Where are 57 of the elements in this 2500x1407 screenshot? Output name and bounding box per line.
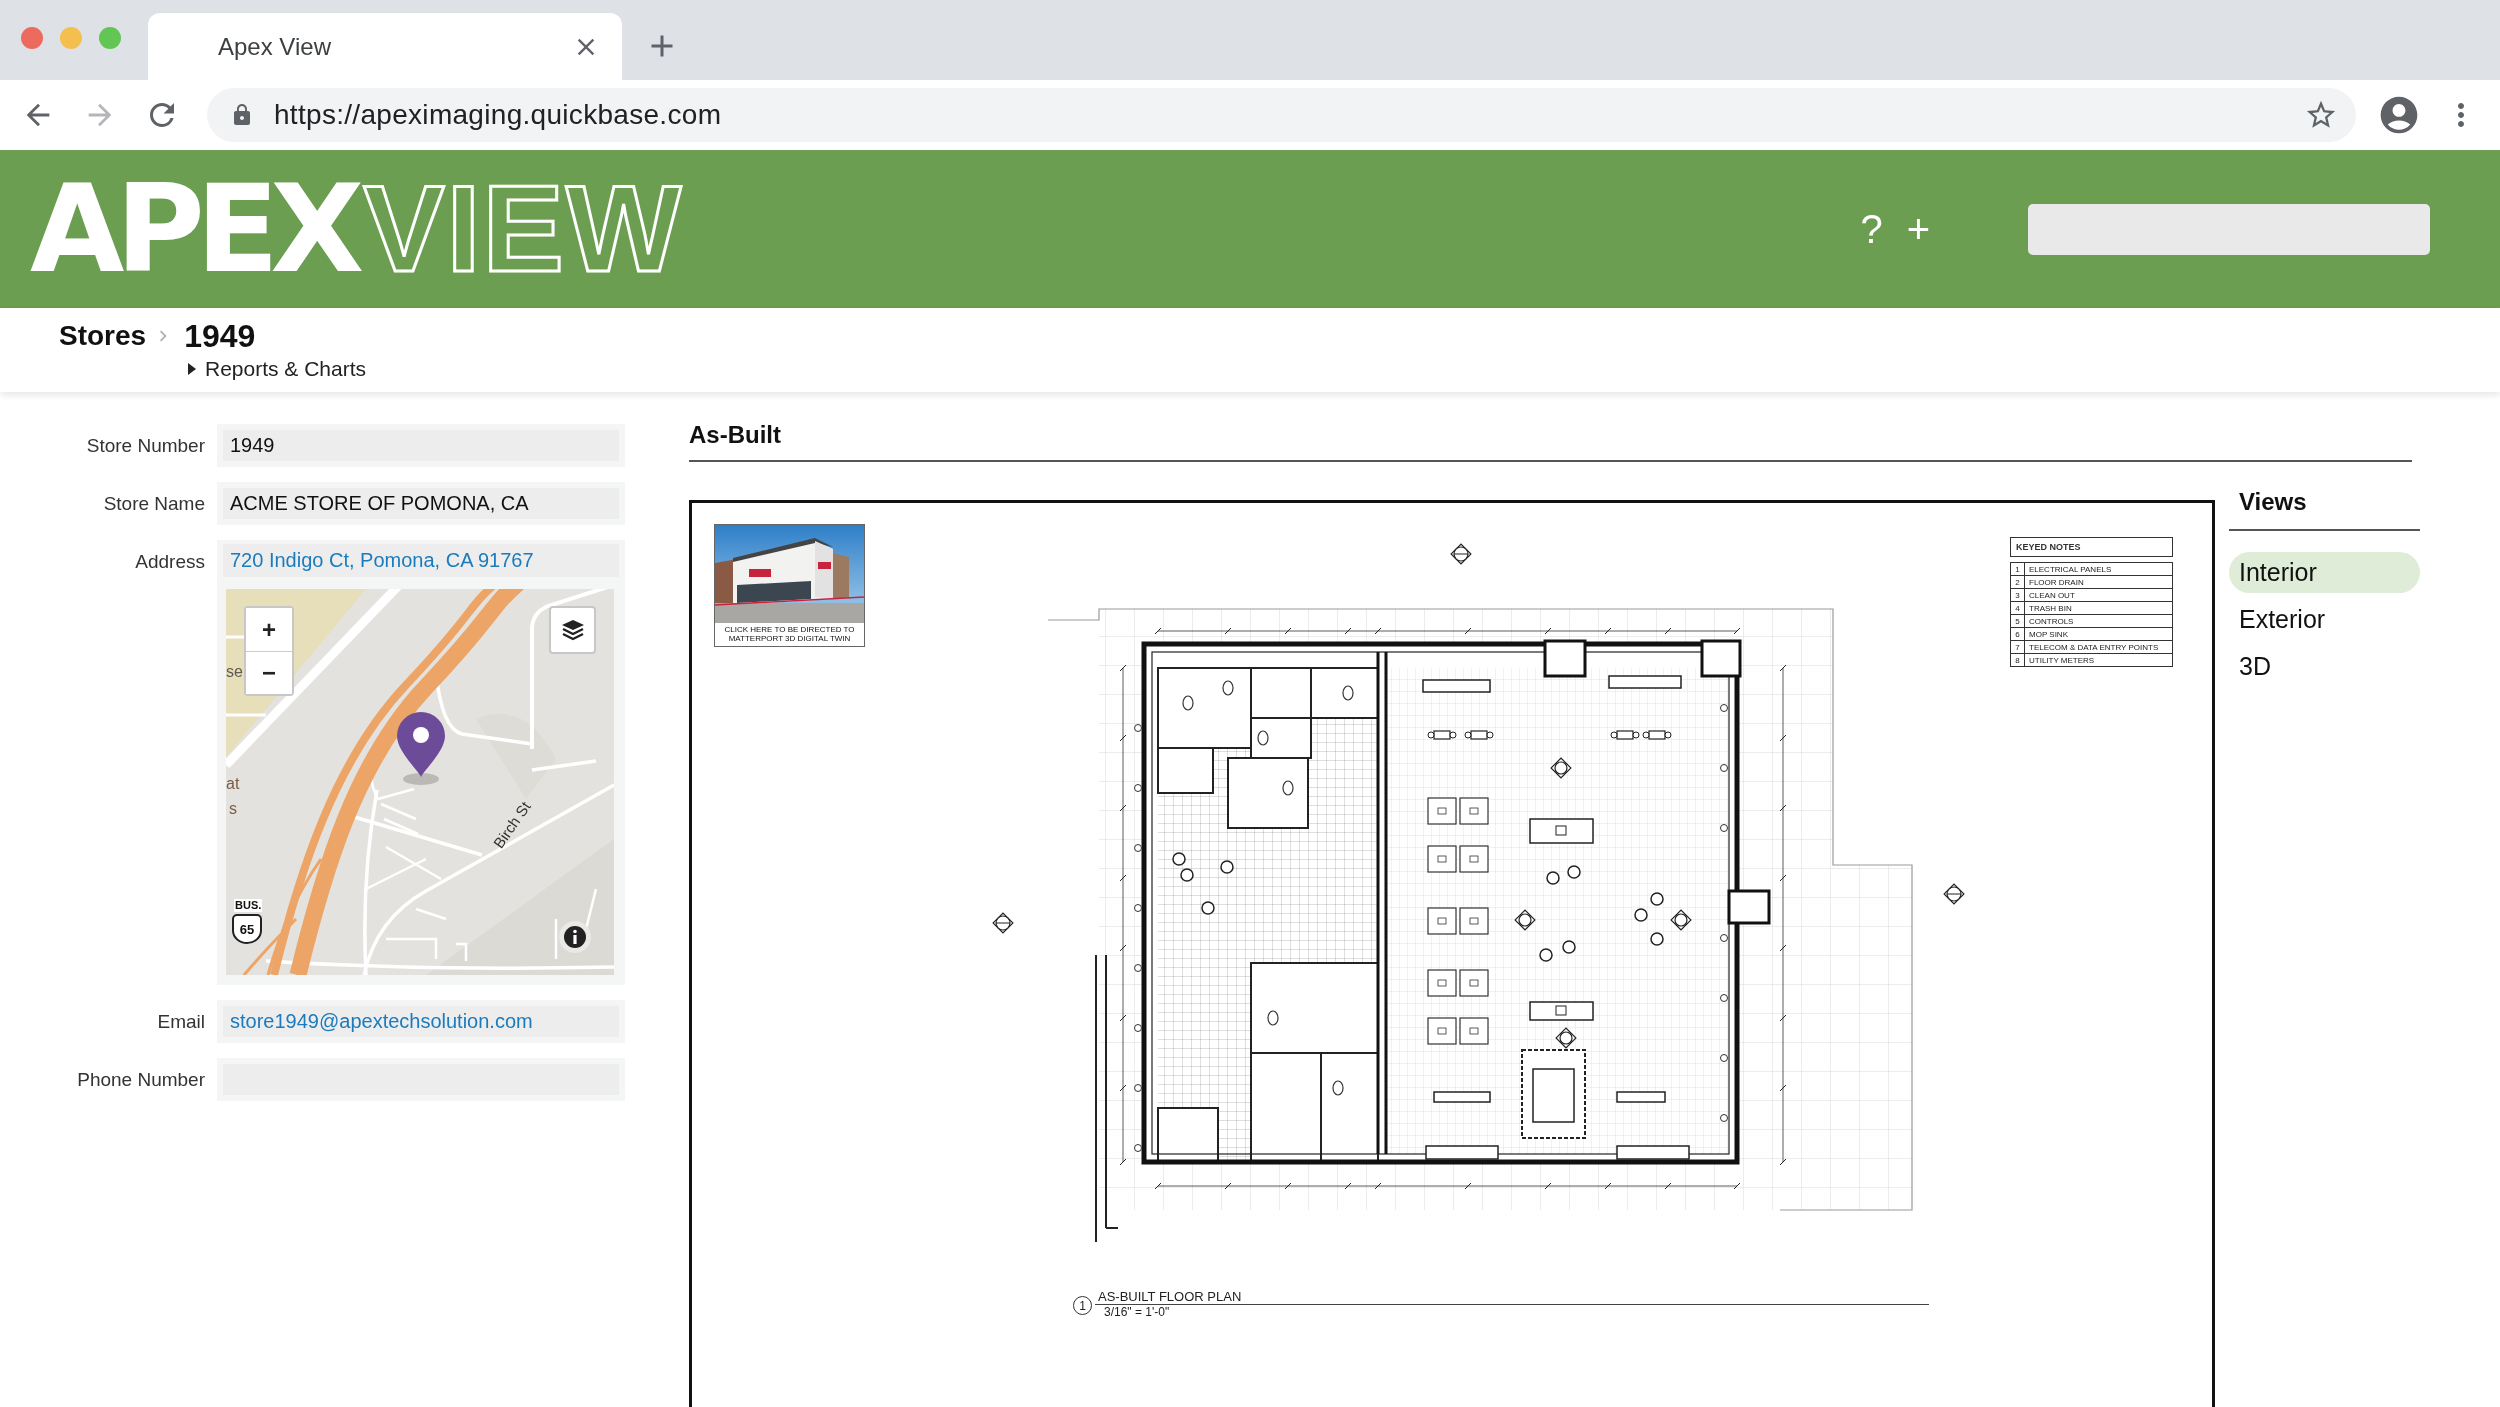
plan-scale: 3/16" = 1'-0" — [1103, 1305, 1170, 1319]
address-bar[interactable]: https://apeximaging.quickbase.com — [207, 88, 2356, 142]
table-cell: 5 — [2011, 615, 2025, 627]
minimize-dot-icon[interactable] — [60, 27, 82, 49]
views-title: Views — [2239, 488, 2307, 516]
field-label: Email — [157, 1010, 205, 1034]
section-title: As-Built — [689, 421, 781, 449]
zoom-out-button[interactable]: − — [246, 651, 292, 694]
route-shield: 65 — [232, 914, 262, 944]
address-link[interactable]: 720 Indigo Ct, Pomona, CA 91767 — [230, 549, 534, 572]
plan-title: AS-BUILT FLOOR PLAN — [1097, 1289, 1242, 1304]
route-label: BUS. — [234, 899, 263, 912]
table-cell-text: ELECTRICAL PANELS — [2028, 563, 2113, 575]
table-cell-text: UTILITY METERS — [2028, 654, 2096, 666]
map-label: se — [226, 663, 243, 681]
apex-view-logo: APEXVIEW — [30, 168, 684, 290]
table-cell: 2 — [2011, 576, 2025, 588]
map-label: at — [226, 775, 240, 793]
maximize-dot-icon[interactable] — [99, 27, 121, 49]
reports-toggle[interactable]: Reports & Charts — [188, 357, 367, 381]
field-label: Store Name — [103, 492, 205, 516]
input-field[interactable]: ACME STORE OF POMONA, CA — [217, 482, 625, 525]
input-field[interactable]: store1949@apextechsolution.com — [217, 1000, 625, 1043]
photo-card[interactable]: CLICK HERE TO BE DIRECTED TO MATTERPORT 3D DIGITAL TWIN — [714, 524, 865, 647]
table-cell-text: FLOOR DRAIN — [2028, 576, 2085, 588]
map-pin-icon — [396, 711, 446, 785]
map-label: s — [229, 800, 237, 818]
field-label: Phone Number — [77, 1068, 205, 1092]
table-cell: 6 — [2011, 628, 2025, 640]
email-link[interactable]: store1949@apextechsolution.com — [230, 1010, 533, 1033]
browser-tab[interactable]: Apex View — [148, 13, 622, 80]
view-item[interactable]: 3D — [2229, 646, 2420, 687]
table-cell: 7 — [2011, 641, 2025, 653]
table-cell-text: MOP SINK — [2028, 628, 2069, 640]
table-cell: 8 — [2011, 654, 2025, 666]
view-item[interactable]: Interior — [2229, 552, 2420, 593]
keyed-notes-title: KEYED NOTES — [2010, 537, 2173, 557]
input-field[interactable]: 1949 — [217, 424, 625, 467]
table-cell-text: TRASH BIN — [2028, 602, 2073, 614]
breadcrumb-link[interactable]: Stores — [59, 320, 147, 352]
field-label: Store Number — [86, 434, 205, 458]
table-cell-text: CONTROLS — [2028, 615, 2075, 627]
input-field[interactable]: 720 Indigo Ct, Pomona, CA 91767 — [223, 544, 619, 577]
photo-caption: CLICK HERE TO BE DIRECTED TO MATTERPORT 3D DIGITAL TWIN — [723, 624, 856, 645]
close-dot-icon[interactable] — [21, 27, 43, 49]
info-icon[interactable] — [559, 921, 591, 953]
layers-icon — [560, 619, 585, 641]
record-title: 1949 — [184, 317, 256, 355]
search-field[interactable] — [2028, 203, 2430, 255]
view-item[interactable]: Exterior — [2229, 599, 2420, 640]
table-cell-text: CLEAN OUT — [2028, 589, 2076, 601]
table-cell-text: TELECOM & DATA ENTRY POINTS — [2028, 641, 2160, 653]
table-cell: 3 — [2011, 589, 2025, 601]
layers-button[interactable] — [549, 606, 596, 654]
table-cell: 1 — [2011, 563, 2025, 575]
table-cell: 4 — [2011, 602, 2025, 614]
field-label: Address — [135, 550, 205, 574]
